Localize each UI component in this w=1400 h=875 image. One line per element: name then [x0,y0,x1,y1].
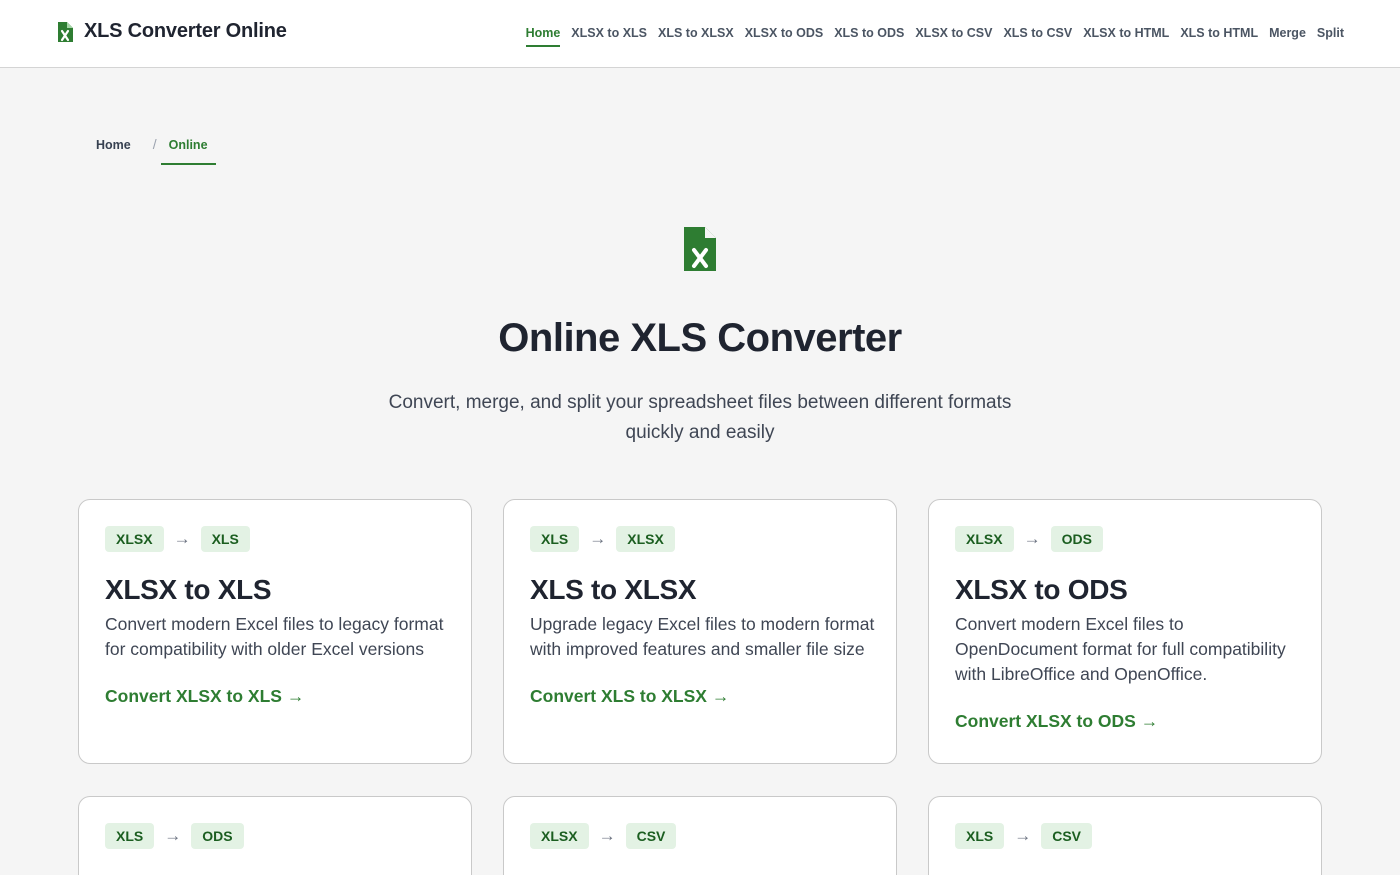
card-title: XLS to XLSX [530,574,697,605]
card-description: Convert modern Excel files to OpenDocume… [955,614,1286,684]
breadcrumb-current: Online [160,136,216,165]
breadcrumb: Home / Online [96,136,216,165]
excel-logo-icon [58,21,73,42]
format-tags: XLSX → XLS [105,526,250,552]
target-format-tag: XLSX [616,526,675,552]
arrow-right-icon: → [1014,826,1032,845]
target-format-tag: CSV [1041,823,1093,849]
format-tags: XLS → ODS [105,823,244,849]
format-tags: XLSX → CSV [530,823,677,849]
converter-card-xls-to-ods: XLS → ODS [78,796,472,875]
arrow-right-icon: → [598,826,616,845]
nav-split[interactable]: Split [1317,26,1344,47]
page-title: Online XLS Converter [498,316,902,360]
source-format-tag: XLS [955,823,1005,849]
page-subtitle: Convert, merge, and split your spreadshe… [388,392,1012,443]
excel-file-icon [684,227,716,271]
target-format-tag: ODS [191,823,244,849]
arrow-right-icon: → [173,529,191,548]
nav-xlsx-to-csv[interactable]: XLSX to CSV [915,26,992,47]
breadcrumb-separator: / [152,136,157,152]
format-tags: XLS → CSV [955,823,1093,849]
card-description: Convert modern Excel files to legacy for… [105,614,444,659]
arrow-right-icon: → [164,826,182,845]
nav-xlsx-to-ods[interactable]: XLSX to ODS [745,26,823,47]
nav-xlsx-to-html[interactable]: XLSX to HTML [1083,26,1169,47]
converter-card-xlsx-to-xls: XLSX → XLS XLSX to XLS Convert modern Ex… [78,499,472,764]
card-title: XLSX to ODS [955,574,1128,605]
source-format-tag: XLS [105,823,155,849]
source-format-tag: XLSX [530,823,589,849]
convert-link[interactable]: Convert XLSX to ODS → [955,711,1158,732]
main-nav: Home XLSX to XLS XLS to XLSX XLSX to ODS… [525,26,1344,47]
source-format-tag: XLSX [955,526,1014,552]
top-navigation-bar: XLS Converter Online Home XLSX to XLS XL… [0,0,1400,68]
nav-xls-to-ods[interactable]: XLS to ODS [834,26,904,47]
target-format-tag: ODS [1050,526,1103,552]
breadcrumb-home[interactable]: Home [96,138,131,152]
nav-merge[interactable]: Merge [1269,26,1306,47]
source-format-tag: XLSX [105,526,164,552]
nav-xls-to-html[interactable]: XLS to HTML [1180,26,1258,47]
converter-card-xls-to-csv: XLS → CSV [928,796,1322,875]
target-format-tag: XLS [200,526,250,552]
brand-link[interactable]: XLS Converter Online [56,20,287,43]
brand-name: XLS Converter Online [84,20,287,42]
arrow-right-icon: → [589,529,607,548]
card-title: XLSX to XLS [105,574,272,605]
nav-xlsx-to-xls[interactable]: XLSX to XLS [571,26,647,47]
converter-card-xlsx-to-ods: XLSX → ODS XLSX to ODS Convert modern Ex… [928,499,1322,764]
format-tags: XLS → XLSX [530,526,675,552]
convert-link[interactable]: Convert XLS to XLSX → [530,686,729,707]
arrow-right-icon: → [1023,529,1041,548]
card-description: Upgrade legacy Excel files to modern for… [530,614,875,659]
nav-home[interactable]: Home [525,26,561,47]
nav-xls-to-csv[interactable]: XLS to CSV [1003,26,1072,47]
converter-card-xls-to-xlsx: XLS → XLSX XLS to XLSX Upgrade legacy Ex… [503,499,897,764]
target-format-tag: CSV [625,823,677,849]
nav-xls-to-xlsx[interactable]: XLS to XLSX [658,26,734,47]
format-tags: XLSX → ODS [955,526,1103,552]
convert-link[interactable]: Convert XLSX to XLS → [105,686,304,707]
converter-card-xlsx-to-csv: XLSX → CSV [503,796,897,875]
source-format-tag: XLS [530,526,580,552]
